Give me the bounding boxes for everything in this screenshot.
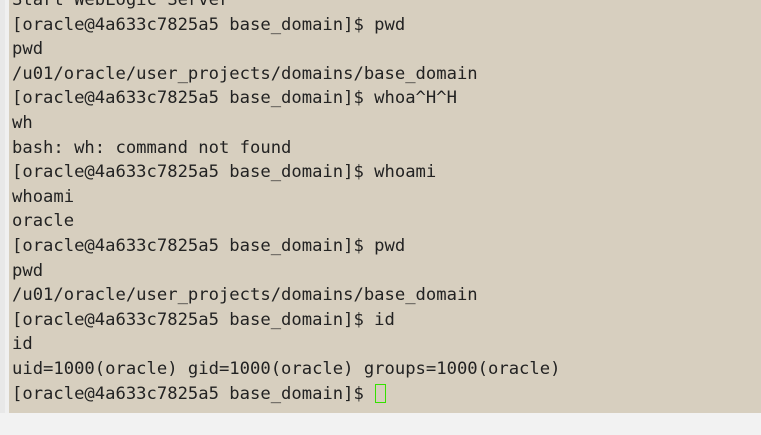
terminal-line: id [12,334,33,355]
window-bottom-edge [0,413,761,435]
terminal-cursor[interactable] [375,383,387,403]
terminal-prompt: [oracle@4a633c7825a5 base_domain]$ [12,383,375,404]
terminal-prompt-line[interactable]: [oracle@4a633c7825a5 base_domain]$ [12,382,560,407]
terminal-line: wh [12,112,33,133]
terminal-line: [oracle@4a633c7825a5 base_domain]$ pwd [12,235,406,256]
terminal-line: oracle [12,211,75,232]
terminal-line: uid=1000(oracle) gid=1000(oracle) groups… [12,358,561,379]
terminal-line: Start WebLogic Server [12,0,230,10]
terminal-line: [oracle@4a633c7825a5 base_domain]$ whoam… [12,162,437,183]
terminal-line: bash: wh: command not found [12,137,292,158]
terminal-lines: Start WebLogic Server [oracle@4a633c7825… [12,0,560,406]
terminal-line: [oracle@4a633c7825a5 base_domain]$ id [12,309,395,330]
terminal-line: /u01/oracle/user_projects/domains/base_d… [12,285,478,306]
terminal-line: whoami [12,186,75,207]
terminal-line: /u01/oracle/user_projects/domains/base_d… [12,63,478,84]
terminal-line: [oracle@4a633c7825a5 base_domain]$ pwd [12,14,406,35]
terminal-line: pwd [12,39,44,60]
terminal-line: [oracle@4a633c7825a5 base_domain]$ whoa^… [12,88,457,109]
terminal-line: pwd [12,260,44,281]
terminal-output-area[interactable]: Start WebLogic Server [oracle@4a633c7825… [9,0,761,413]
